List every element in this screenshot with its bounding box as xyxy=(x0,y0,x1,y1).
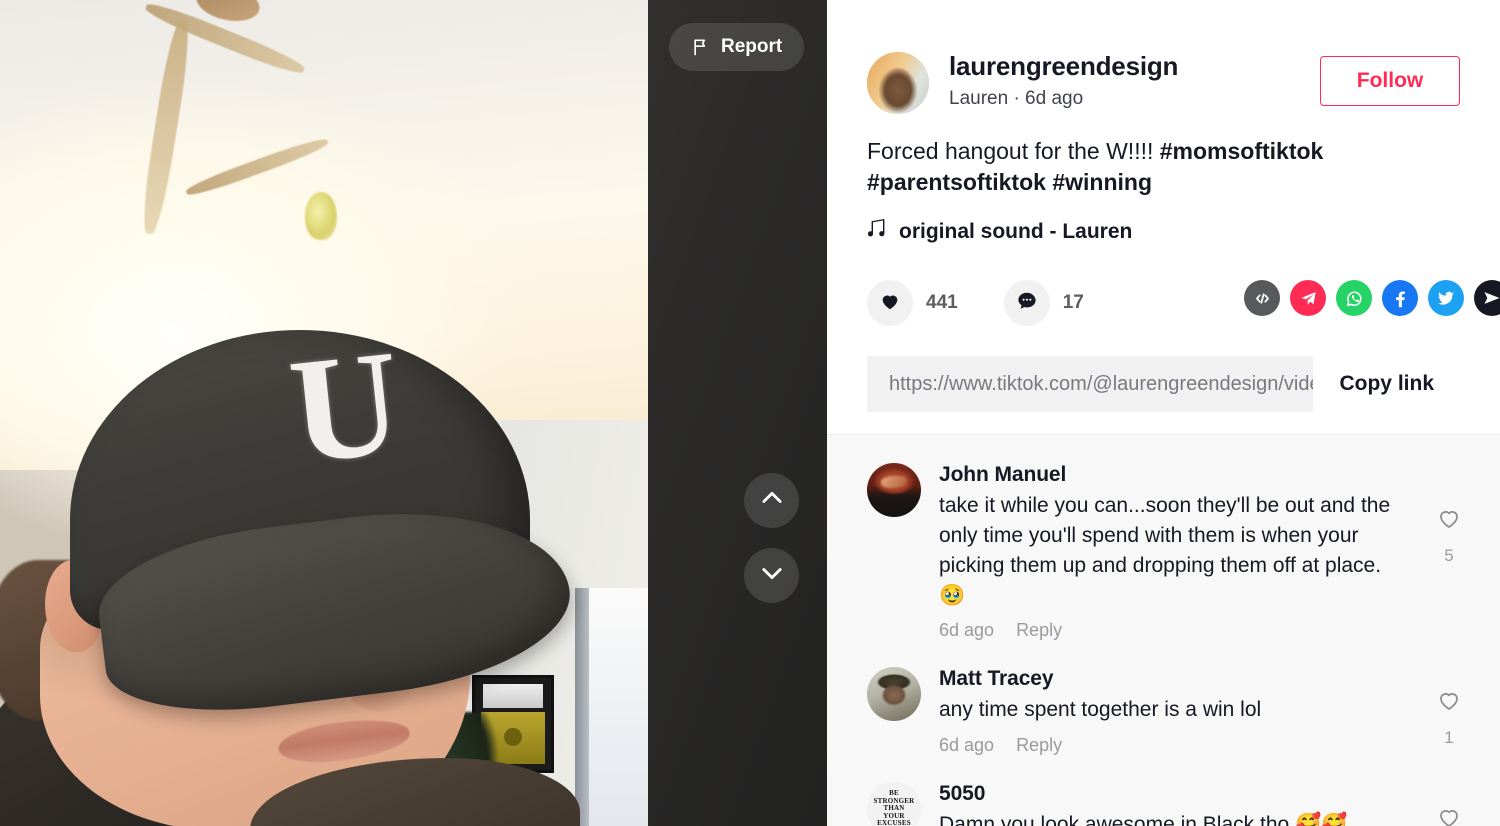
video-stage[interactable]: U Report xyxy=(0,0,827,826)
author-username[interactable]: laurengreendesign xyxy=(949,51,1304,82)
telegram-icon[interactable] xyxy=(1290,280,1326,317)
post-caption: Forced hangout for the W!!!! #momsoftikt… xyxy=(827,114,1447,197)
facebook-icon[interactable] xyxy=(1382,280,1418,317)
music-row[interactable]: original sound - Lauren xyxy=(827,197,1500,245)
comment-item: BE STRONGER THAN YOUR EXCUSES 5050 Damn … xyxy=(867,782,1460,826)
report-button-label: Report xyxy=(721,36,783,57)
comment-like-button[interactable]: 5 xyxy=(1436,505,1462,566)
author-avatar[interactable] xyxy=(867,52,929,114)
commenter-avatar[interactable]: BE STRONGER THAN YOUR EXCUSES xyxy=(867,782,921,826)
comment-stat[interactable]: 17 xyxy=(1003,280,1084,327)
hashtag-momsoftiktok[interactable]: #momsoftiktok xyxy=(1160,138,1324,164)
comment-item: Matt Tracey any time spent together is a… xyxy=(867,667,1460,756)
comment-text: take it while you can...soon they'll be … xyxy=(939,494,1391,607)
comment-text: any time spent together is a win lol xyxy=(939,698,1262,722)
comment-reply-button[interactable]: Reply xyxy=(1016,620,1062,641)
comment-time: 6d ago xyxy=(939,735,995,756)
comment-body: 5050 Damn you look awesome in Black tho … xyxy=(939,782,1460,826)
comment-meta: 6d ago Reply xyxy=(939,620,1400,641)
whatsapp-icon[interactable] xyxy=(1336,280,1372,317)
chevron-up-icon xyxy=(758,484,786,517)
hashtag-winning[interactable]: #winning xyxy=(1052,169,1152,195)
comment-like-count: 5 xyxy=(1444,546,1454,566)
author-meta: laurengreendesign Lauren · 6d ago xyxy=(949,51,1304,110)
comment-like-button[interactable]: 1 xyxy=(1436,687,1462,748)
commenter-name[interactable]: John Manuel xyxy=(939,463,1400,487)
share-arrow-icon[interactable] xyxy=(1474,280,1500,317)
chevron-down-icon xyxy=(758,559,786,592)
like-count: 441 xyxy=(926,292,958,314)
tiktok-video-page: U Report laurengreendesign Lauren · 6d a… xyxy=(0,0,1500,826)
heart-outline-icon xyxy=(1436,804,1462,826)
avatar-image xyxy=(867,52,929,114)
comment-text: Damn you look awesome in Black tho 🥰🥰 xyxy=(939,813,1348,826)
panel-divider xyxy=(827,434,1500,436)
video-player[interactable]: U xyxy=(0,0,648,826)
share-url-field[interactable]: https://www.tiktok.com/@laurengreendesig… xyxy=(867,356,1313,412)
share-link-row: https://www.tiktok.com/@laurengreendesig… xyxy=(867,356,1460,413)
comment-meta: 6d ago Reply xyxy=(939,735,1400,756)
comment-body: Matt Tracey any time spent together is a… xyxy=(939,667,1460,756)
panel-header: laurengreendesign Lauren · 6d ago Follow… xyxy=(827,0,1500,436)
previous-video-button[interactable] xyxy=(744,473,799,528)
hashtag-parentsoftiktok[interactable]: #parentsoftiktok xyxy=(867,169,1046,195)
commenter-avatar[interactable] xyxy=(867,463,921,518)
comment-bubble-icon xyxy=(1016,290,1038,317)
music-note-icon xyxy=(867,219,885,245)
room-window xyxy=(575,588,648,826)
superman-logo-avatar xyxy=(867,463,921,518)
cap-logo-text: U xyxy=(283,319,399,496)
music-label: original sound - Lauren xyxy=(899,220,1133,244)
comment-item: John Manuel take it while you can...soon… xyxy=(867,463,1460,641)
embed-icon[interactable] xyxy=(1244,280,1280,317)
avatar-quote-text: BE STRONGER THAN YOUR EXCUSES xyxy=(873,789,915,826)
twitter-icon[interactable] xyxy=(1428,280,1464,317)
comment-reply-button[interactable]: Reply xyxy=(1016,735,1062,756)
be-stronger-than-your-excuses-avatar: BE STRONGER THAN YOUR EXCUSES xyxy=(867,782,921,826)
ceiling-light-bulb xyxy=(305,192,337,240)
commenter-name[interactable]: 5050 xyxy=(939,782,1400,806)
flag-icon xyxy=(691,37,711,57)
comment-count: 17 xyxy=(1062,292,1084,314)
comment-like-count: 1 xyxy=(1444,728,1454,748)
comment-button[interactable] xyxy=(1003,280,1050,327)
comment-like-button[interactable] xyxy=(1436,804,1462,826)
commenter-avatar[interactable] xyxy=(867,667,921,722)
next-video-button[interactable] xyxy=(744,548,799,603)
author-row: laurengreendesign Lauren · 6d ago Follow xyxy=(827,51,1500,114)
report-button[interactable]: Report xyxy=(669,23,805,71)
man-in-cap-avatar xyxy=(867,667,921,722)
heart-outline-icon xyxy=(1436,505,1462,536)
like-stat[interactable]: 441 xyxy=(867,280,958,327)
commenter-name[interactable]: Matt Tracey xyxy=(939,667,1400,691)
copy-link-button[interactable]: Copy link xyxy=(1313,356,1460,413)
comments-list[interactable]: John Manuel take it while you can...soon… xyxy=(827,435,1500,826)
share-icons-row xyxy=(1244,280,1500,317)
heart-outline-icon xyxy=(1436,687,1462,718)
video-info-panel: laurengreendesign Lauren · 6d ago Follow… xyxy=(827,0,1500,826)
frame-upper-panel xyxy=(483,684,543,708)
follow-button[interactable]: Follow xyxy=(1320,56,1460,106)
caption-text: Forced hangout for the W!!!! xyxy=(867,138,1160,164)
engagement-row: 441 17 xyxy=(827,245,1500,327)
comment-time: 6d ago xyxy=(939,620,995,641)
like-button[interactable] xyxy=(867,280,913,327)
author-subtitle: Lauren · 6d ago xyxy=(949,87,1084,109)
comment-body: John Manuel take it while you can...soon… xyxy=(939,463,1460,641)
heart-icon xyxy=(879,290,901,317)
